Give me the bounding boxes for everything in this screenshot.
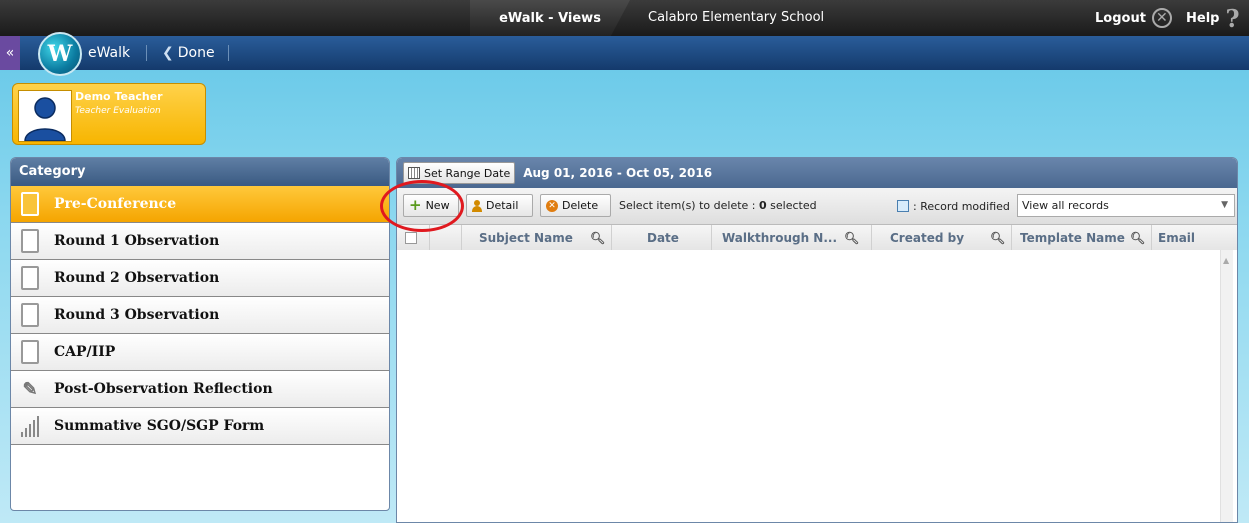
view-filter-select[interactable]: View all records ▼ [1017,194,1235,217]
chevron-down-icon: ▼ [1221,200,1228,210]
school-name: Calabro Elementary School [648,10,825,25]
grid-header: Subject Name 🔍︎ Date Walkthrough N... 🔍︎… [397,225,1237,252]
category-item-label: CAP/IIP [54,344,116,360]
category-item-post-observation[interactable]: ✎ Post-Observation Reflection [11,371,389,408]
ewalk-logo: W [38,32,82,76]
column-label: Template Name [1020,231,1125,245]
delete-label: Delete [562,199,599,212]
column-template-name[interactable]: Template Name 🔍︎ [1012,225,1152,251]
select-all-checkbox[interactable] [405,232,417,244]
modified-swatch [897,200,909,212]
set-range-date-button[interactable]: Set Range Date [403,162,516,184]
question-icon: ? [1225,3,1240,33]
category-item-round-1[interactable]: Round 1 Observation [11,223,389,260]
category-item-cap-iip[interactable]: CAP/IIP [11,334,389,371]
back-arrow-icon: ❮ [162,45,174,61]
teacher-name: Demo Teacher [75,90,163,103]
search-icon[interactable]: 🔍︎ [1130,225,1145,251]
view-select-value: View all records [1022,199,1109,212]
column-subject-name[interactable]: Subject Name 🔍︎ [462,225,612,251]
document-icon [21,303,39,327]
nav-bar: « W eWalk ❮ Done [0,32,1249,76]
document-icon [21,192,39,216]
column-label: Date [647,231,679,245]
done-button[interactable]: ❮ Done [162,36,215,70]
help-label: Help [1186,10,1220,26]
done-label: Done [177,45,215,61]
column-label: Email [1158,231,1196,245]
category-item-label: Pre-Conference [54,196,177,212]
category-item-label: Summative SGO/SGP Form [54,418,265,434]
separator [228,45,229,61]
column-created-by[interactable]: Created by 🔍︎ [872,225,1012,251]
teacher-card[interactable]: Demo Teacher Teacher Evaluation [12,83,206,145]
new-button[interactable]: + New [403,194,459,217]
person-icon [472,199,482,212]
category-item-label: Round 2 Observation [54,270,220,286]
app-name: eWalk [88,45,131,61]
tab-ewalk-views[interactable]: eWalk - Views [470,0,630,36]
teacher-role: Teacher Evaluation [75,106,161,116]
category-item-label: Round 1 Observation [54,233,220,249]
scroll-up-icon[interactable]: ▲ [1223,256,1229,265]
collapse-button[interactable]: « [0,36,20,70]
detail-button[interactable]: Detail [466,194,533,217]
category-item-summative[interactable]: Summative SGO/SGP Form [11,408,389,445]
search-icon[interactable]: 🔍︎ [590,225,605,251]
category-item-round-3[interactable]: Round 3 Observation [11,297,389,334]
logout-button[interactable]: Logout ✕ [1095,0,1172,36]
bar-chart-icon [21,415,39,437]
date-range-bar: Set Range Date Aug 01, 2016 - Oct 05, 20… [397,158,1237,188]
plus-icon: + [409,196,422,214]
help-button[interactable]: Help ? [1186,0,1240,36]
person-icon [24,97,66,142]
avatar [18,90,72,142]
set-range-label: Set Range Date [424,166,511,180]
document-icon [21,266,39,290]
toolbar: + New Detail ✕ Delete Select item(s) to … [397,188,1237,225]
grid-body: ▲ [397,250,1237,522]
logout-label: Logout [1095,10,1146,26]
separator [146,45,147,61]
column-email[interactable]: Email [1152,225,1222,251]
selection-prefix: Select item(s) to delete : [619,199,759,212]
column-label: Subject Name [479,231,573,245]
selection-suffix: selected [766,199,817,212]
category-panel: Category Pre-Conference Round 1 Observat… [10,157,390,511]
top-bar: eWalk - Views Calabro Elementary School … [0,0,1249,36]
close-circle-icon: ✕ [1151,8,1172,28]
new-label: New [425,199,450,212]
category-item-label: Round 3 Observation [54,307,220,323]
selection-count: 0 [759,199,767,212]
search-icon[interactable]: 🔍︎ [844,225,859,251]
delete-icon: ✕ [546,199,558,212]
category-item-pre-conference[interactable]: Pre-Conference [11,186,389,223]
column-walkthrough[interactable]: Walkthrough N... 🔍︎ [712,225,872,251]
column-spacer [430,225,462,251]
selection-info: Select item(s) to delete : 0 selected [619,188,817,224]
pencil-icon: ✎ [22,378,38,400]
category-item-label: Post-Observation Reflection [54,381,273,397]
detail-label: Detail [486,199,519,212]
records-panel: Set Range Date Aug 01, 2016 - Oct 05, 20… [396,157,1238,523]
document-icon [21,229,39,253]
delete-button[interactable]: ✕ Delete [540,194,611,217]
document-icon [21,340,39,364]
category-title: Category [11,158,389,186]
column-date[interactable]: Date [612,225,712,251]
column-label: Walkthrough N... [722,231,838,245]
select-all-cell [397,225,430,251]
calendar-icon [408,167,420,179]
date-range-text: Aug 01, 2016 - Oct 05, 2016 [523,166,713,180]
record-modified-legend: : Record modified [897,188,1010,224]
category-item-round-2[interactable]: Round 2 Observation [11,260,389,297]
column-label: Created by [890,231,965,245]
search-icon[interactable]: 🔍︎ [990,225,1005,251]
vertical-scrollbar[interactable]: ▲ [1220,250,1233,522]
modified-label: : Record modified [913,199,1010,213]
